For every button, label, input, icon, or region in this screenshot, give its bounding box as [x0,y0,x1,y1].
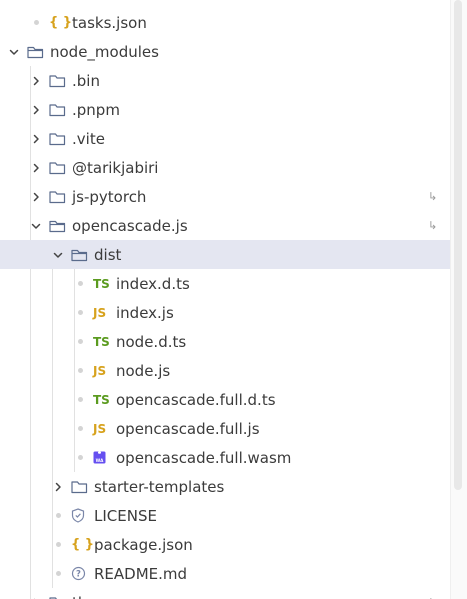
typescript-icon: TS [93,392,110,407]
svg-text:WA: WA [96,458,104,463]
tree-item-label: .bin [72,71,100,90]
tree-item-label: opencascade.full.wasm [116,448,292,467]
file-dot-icon [78,443,83,472]
scrollbar-thumb[interactable] [454,0,462,490]
javascript-icon: JS [93,305,107,320]
folder-icon [49,66,66,95]
tree-item-opencascade-js[interactable]: opencascade.js ↳ [0,211,450,240]
file-dot-icon [56,559,61,588]
tree-item-label: opencascade.js [72,216,188,235]
tree-item-label: .pnpm [72,100,120,119]
folder-icon [49,95,66,124]
svg-text:?: ? [76,570,81,580]
symlink-icon: ↳ [428,190,438,203]
folder-open-icon [49,211,66,240]
symlink-icon: ↳ [428,588,437,599]
symlink-icon: ↳ [428,219,438,232]
tree-item-tasks-json[interactable]: { } tasks.json [0,8,450,37]
json-icon: { } [71,537,95,552]
tree-item-label: opencascade.full.js [116,419,260,438]
folder-open-icon [71,240,88,269]
chevron-right-icon[interactable] [30,124,42,153]
tree-item-label: tasks.json [72,13,147,32]
javascript-icon: JS [93,363,107,378]
chevron-right-icon[interactable] [30,588,42,599]
tree-item-label: @tarikjabiri [72,158,159,177]
chevron-down-icon[interactable] [52,240,64,269]
tree-item-license[interactable]: LICENSE [0,501,450,530]
tree-item-label: opencascade.full.d.ts [116,390,276,409]
tree-item-node-js[interactable]: JS node.js [0,356,450,385]
tree-item-vite[interactable]: .vite [0,124,450,153]
license-icon [71,501,85,530]
tree-item-bin[interactable]: .bin [0,66,450,95]
chevron-right-icon[interactable] [30,153,42,182]
tree-item-index-js[interactable]: JS index.js [0,298,450,327]
tree-item-opencascade-full-wasm[interactable]: WA opencascade.full.wasm [0,443,450,472]
tree-item-label: js-pytorch [72,187,147,206]
tree-item-starter-templates[interactable]: starter-templates [0,472,450,501]
file-dot-icon [56,530,61,559]
file-dot-icon [78,269,83,298]
tree-item-dist[interactable]: dist [0,240,450,269]
file-dot-icon [78,414,83,443]
folder-icon [49,124,66,153]
folder-icon [49,182,66,211]
folder-icon [71,472,88,501]
chevron-down-icon[interactable] [30,211,42,240]
typescript-icon: TS [93,276,110,291]
chevron-down-icon[interactable] [8,37,20,66]
typescript-icon: TS [93,334,110,349]
chevron-right-icon[interactable] [30,182,42,211]
tree-item-label: starter-templates [94,477,225,496]
tree-item-node-d-ts[interactable]: TS node.d.ts [0,327,450,356]
tree-item-label: node.js [116,361,171,380]
tree-item-label: index.js [116,303,174,322]
file-dot-icon [34,8,39,37]
file-dot-icon [78,327,83,356]
javascript-icon: JS [93,421,107,436]
tree-item-label: package.json [94,535,193,554]
file-dot-icon [78,356,83,385]
tree-item-package-json[interactable]: { } package.json [0,530,450,559]
tree-item-label: LICENSE [94,506,157,525]
file-dot-icon [56,501,61,530]
chevron-right-icon[interactable] [30,95,42,124]
tree-item-node-modules[interactable]: node_modules [0,37,450,66]
file-dot-icon [78,385,83,414]
readme-icon: ? [71,559,86,588]
tree-item-label: .vite [72,129,105,148]
folder-icon [49,153,66,182]
tree-item-pnpm[interactable]: .pnpm [0,95,450,124]
tree-item-js-pytorch[interactable]: js-pytorch ↳ [0,182,450,211]
json-icon: { } [49,15,73,30]
tree-item-index-d-ts[interactable]: TS index.d.ts [0,269,450,298]
tree-item-readme-md[interactable]: ? README.md [0,559,450,588]
tree-item-three[interactable]: three ↳ [0,588,450,599]
file-dot-icon [78,298,83,327]
folder-icon [49,588,66,599]
chevron-right-icon[interactable] [52,472,64,501]
tree-item-label: README.md [94,564,188,583]
tree-item-tarikjabiri[interactable]: @tarikjabiri [0,153,450,182]
file-explorer: { } tasks.json node_modules .bin .pnpm .vite @… [0,0,467,599]
tree-item-label: node.d.ts [116,332,187,351]
chevron-right-icon[interactable] [30,66,42,95]
tree-item-label: dist [94,245,122,264]
wasm-icon: WA [93,443,106,472]
tree-item-opencascade-full-js[interactable]: JS opencascade.full.js [0,414,450,443]
tree-item-label: index.d.ts [116,274,190,293]
tree-item-label: node_modules [50,42,159,61]
tree-item-label: three [72,588,112,599]
folder-open-icon [27,37,44,66]
tree-item-opencascade-full-d-ts[interactable]: TS opencascade.full.d.ts [0,385,450,414]
